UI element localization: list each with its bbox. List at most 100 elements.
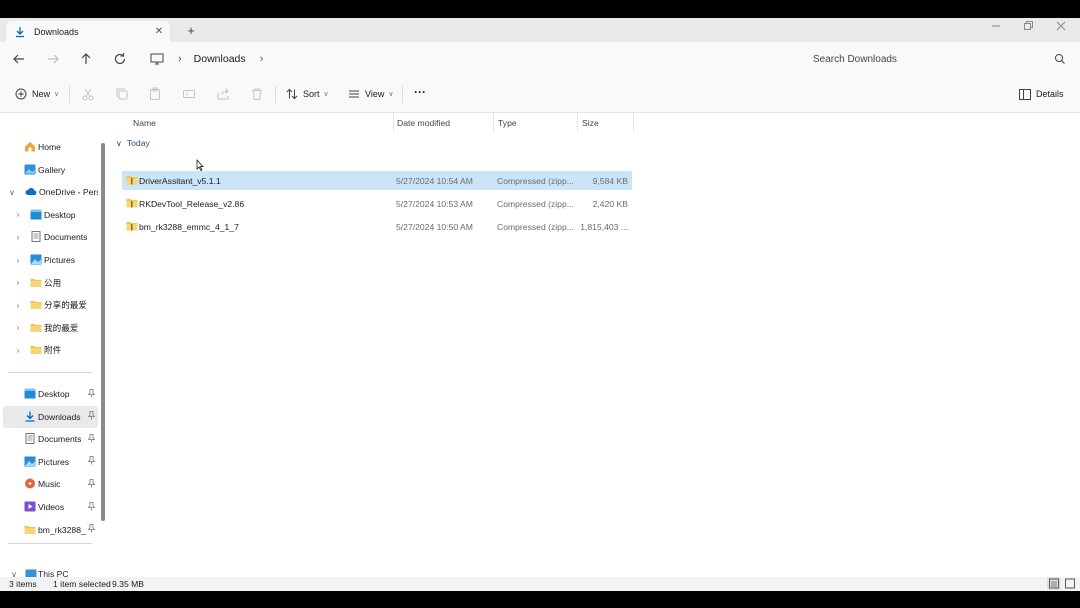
sidebar-item-6[interactable]: › Pictures [0, 249, 98, 271]
share-icon[interactable] [216, 87, 230, 101]
chevron-down-icon: ∨ [54, 91, 60, 98]
music-icon [24, 478, 36, 489]
quick-access-item-5[interactable]: Music [0, 473, 98, 495]
zip-folder-icon [126, 176, 138, 185]
search-box[interactable]: Search Downloads [806, 48, 1072, 70]
pin-icon[interactable] [87, 411, 96, 422]
tab-title: Downloads [34, 26, 79, 37]
sidebar-item-2[interactable]: Gallery [0, 159, 98, 181]
sidebar-item-9[interactable]: › 我的最爱 [0, 317, 98, 339]
sidebar-item-7[interactable]: › 公用 [0, 272, 98, 294]
refresh-button[interactable] [112, 51, 128, 67]
view-button[interactable]: View ∨ [348, 86, 393, 102]
chevron-right-icon[interactable]: › [13, 233, 23, 242]
chevron-down-icon[interactable]: ∨ [9, 570, 19, 578]
file-size: 9,584 KB [592, 176, 628, 186]
file-name: bm_rk3288_emmc_4_1_7 [139, 222, 239, 232]
download-icon [24, 411, 36, 422]
pin-icon[interactable] [87, 501, 96, 513]
minimize-button[interactable] [986, 21, 1006, 34]
column-divider[interactable] [577, 113, 578, 132]
chevron-right-icon[interactable]: › [13, 346, 23, 355]
tab-close-icon[interactable]: ✕ [152, 26, 166, 37]
quick-access-item-2[interactable]: Downloads [3, 405, 98, 428]
chevron-right-icon[interactable]: › [13, 256, 23, 265]
details-button[interactable]: Details [1019, 86, 1064, 102]
chevron-right-icon[interactable]: › [13, 323, 23, 332]
sort-button[interactable]: Sort ∨ [286, 86, 329, 102]
sidebar-item-1[interactable]: Home [0, 136, 98, 158]
column-header-size[interactable]: Size [582, 113, 599, 132]
column-header-date[interactable]: Date modified [397, 113, 450, 132]
tiles-view-button[interactable] [1063, 577, 1077, 590]
cut-icon[interactable] [81, 87, 95, 101]
quick-access-item-3[interactable]: Documents [0, 428, 98, 450]
chevron-down-icon[interactable]: ∨ [116, 139, 122, 148]
pin-icon[interactable] [87, 524, 96, 535]
file-row[interactable]: bm_rk3288_emmc_4_1_7 5/27/2024 10:50 AM Co… [122, 217, 632, 236]
computer-icon [25, 569, 37, 577]
copy-icon[interactable] [115, 87, 129, 101]
chevron-down-icon[interactable]: ∨ [7, 188, 17, 197]
file-size: 1,815,403 ... [580, 222, 628, 232]
paste-icon[interactable] [148, 87, 162, 101]
sidebar-scrollbar[interactable] [101, 143, 105, 521]
file-date: 5/27/2024 10:50 AM [396, 222, 473, 232]
chevron-down-icon: ∨ [388, 91, 394, 98]
desktop-icon [30, 209, 42, 220]
sidebar-item-5[interactable]: › Documents [0, 226, 98, 248]
search-icon [1055, 54, 1065, 64]
back-button[interactable] [11, 51, 27, 67]
column-header-type[interactable]: Type [498, 113, 517, 132]
new-tab-button[interactable]: + [184, 23, 198, 38]
breadcrumb-chevron-icon[interactable]: › [178, 53, 182, 65]
divider [402, 86, 403, 103]
file-row[interactable]: RKDevTool_Release_v2.86 5/27/2024 10:53 A… [122, 194, 632, 213]
quick-access-item-7[interactable]: bm_rk3288_e [0, 519, 98, 541]
chevron-right-icon[interactable]: › [13, 210, 23, 219]
pin-icon[interactable] [87, 478, 96, 490]
up-button[interactable] [78, 51, 94, 67]
file-type: Compressed (zipp... [497, 222, 574, 232]
delete-icon[interactable] [250, 87, 264, 101]
file-date: 5/27/2024 10:53 AM [396, 199, 473, 209]
sidebar-item-label: 我的最爱 [44, 322, 79, 333]
breadcrumb-current[interactable]: Downloads [194, 53, 246, 65]
breadcrumb[interactable]: › Downloads › [150, 50, 275, 68]
tiles-view-icon [1065, 578, 1075, 589]
close-button[interactable] [1051, 21, 1071, 34]
restore-button[interactable] [1018, 21, 1038, 34]
status-selection: 1 item selected [53, 579, 111, 589]
sidebar-item-8[interactable]: › 分享的最爱 [0, 294, 98, 316]
column-divider[interactable] [633, 113, 634, 132]
group-header-today[interactable]: ∨ Today [116, 138, 150, 148]
quick-access-item-4[interactable]: Pictures [0, 451, 98, 473]
column-header-name[interactable]: Name [133, 113, 156, 132]
pin-icon[interactable] [87, 456, 96, 467]
file-row[interactable]: DriverAssitant_v5.1.1 5/27/2024 10:54 AM C… [122, 171, 632, 190]
pin-icon[interactable] [87, 433, 96, 445]
column-divider[interactable] [393, 113, 394, 132]
rename-icon[interactable] [182, 87, 196, 101]
tab-downloads[interactable]: Downloads ✕ [6, 21, 170, 42]
title-bar: Downloads ✕ + [0, 18, 1080, 42]
sidebar-item-4[interactable]: › Desktop [0, 204, 98, 226]
pin-icon[interactable] [87, 388, 96, 400]
quick-access-item-6[interactable]: Videos [0, 496, 98, 518]
sidebar-item-label: Documents [44, 232, 88, 243]
file-name: DriverAssitant_v5.1.1 [139, 176, 221, 186]
details-view-button[interactable] [1047, 577, 1061, 590]
chevron-right-icon[interactable]: › [13, 301, 23, 310]
quick-access-label: Pictures [38, 456, 70, 467]
breadcrumb-chevron-icon[interactable]: › [260, 53, 264, 65]
column-divider[interactable] [493, 113, 494, 132]
sidebar-item-10[interactable]: › 附件 [0, 339, 98, 361]
chevron-right-icon[interactable]: › [13, 278, 23, 287]
sidebar-item-3[interactable]: ∨ OneDrive - Perso [0, 181, 98, 203]
search-input[interactable]: Search Downloads [813, 54, 1054, 65]
new-button[interactable]: New ∨ [15, 86, 59, 102]
forward-button[interactable] [45, 51, 61, 67]
more-options-button[interactable]: ··· [414, 84, 426, 100]
quick-access-item-1[interactable]: Desktop [0, 383, 98, 405]
sidebar-item-this-pc[interactable]: ∨ This PC [0, 563, 98, 577]
